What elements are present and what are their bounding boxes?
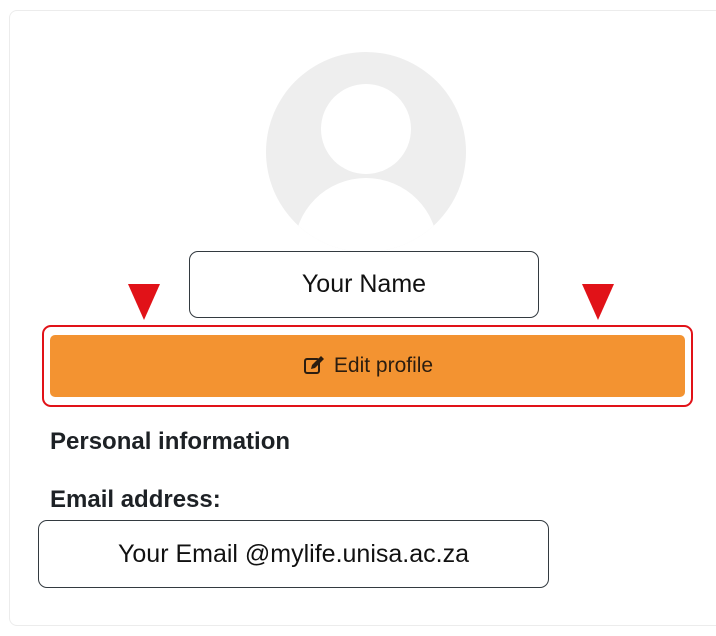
edit-icon	[302, 354, 326, 378]
profile-name: Your Name	[189, 251, 539, 318]
avatar-body-shape	[294, 178, 438, 252]
personal-information-heading: Personal information	[50, 428, 291, 455]
email-address-value: Your Email @mylife.unisa.ac.za	[38, 520, 549, 588]
annotation-arrow-left-icon	[128, 284, 160, 320]
avatar-head-shape	[321, 84, 411, 174]
avatar	[266, 52, 466, 252]
annotation-arrow-right-icon	[582, 284, 614, 320]
edit-profile-label: Edit profile	[333, 354, 434, 377]
edit-profile-button[interactable]: Edit profile	[50, 335, 685, 397]
email-address-label: Email address:	[50, 486, 221, 513]
